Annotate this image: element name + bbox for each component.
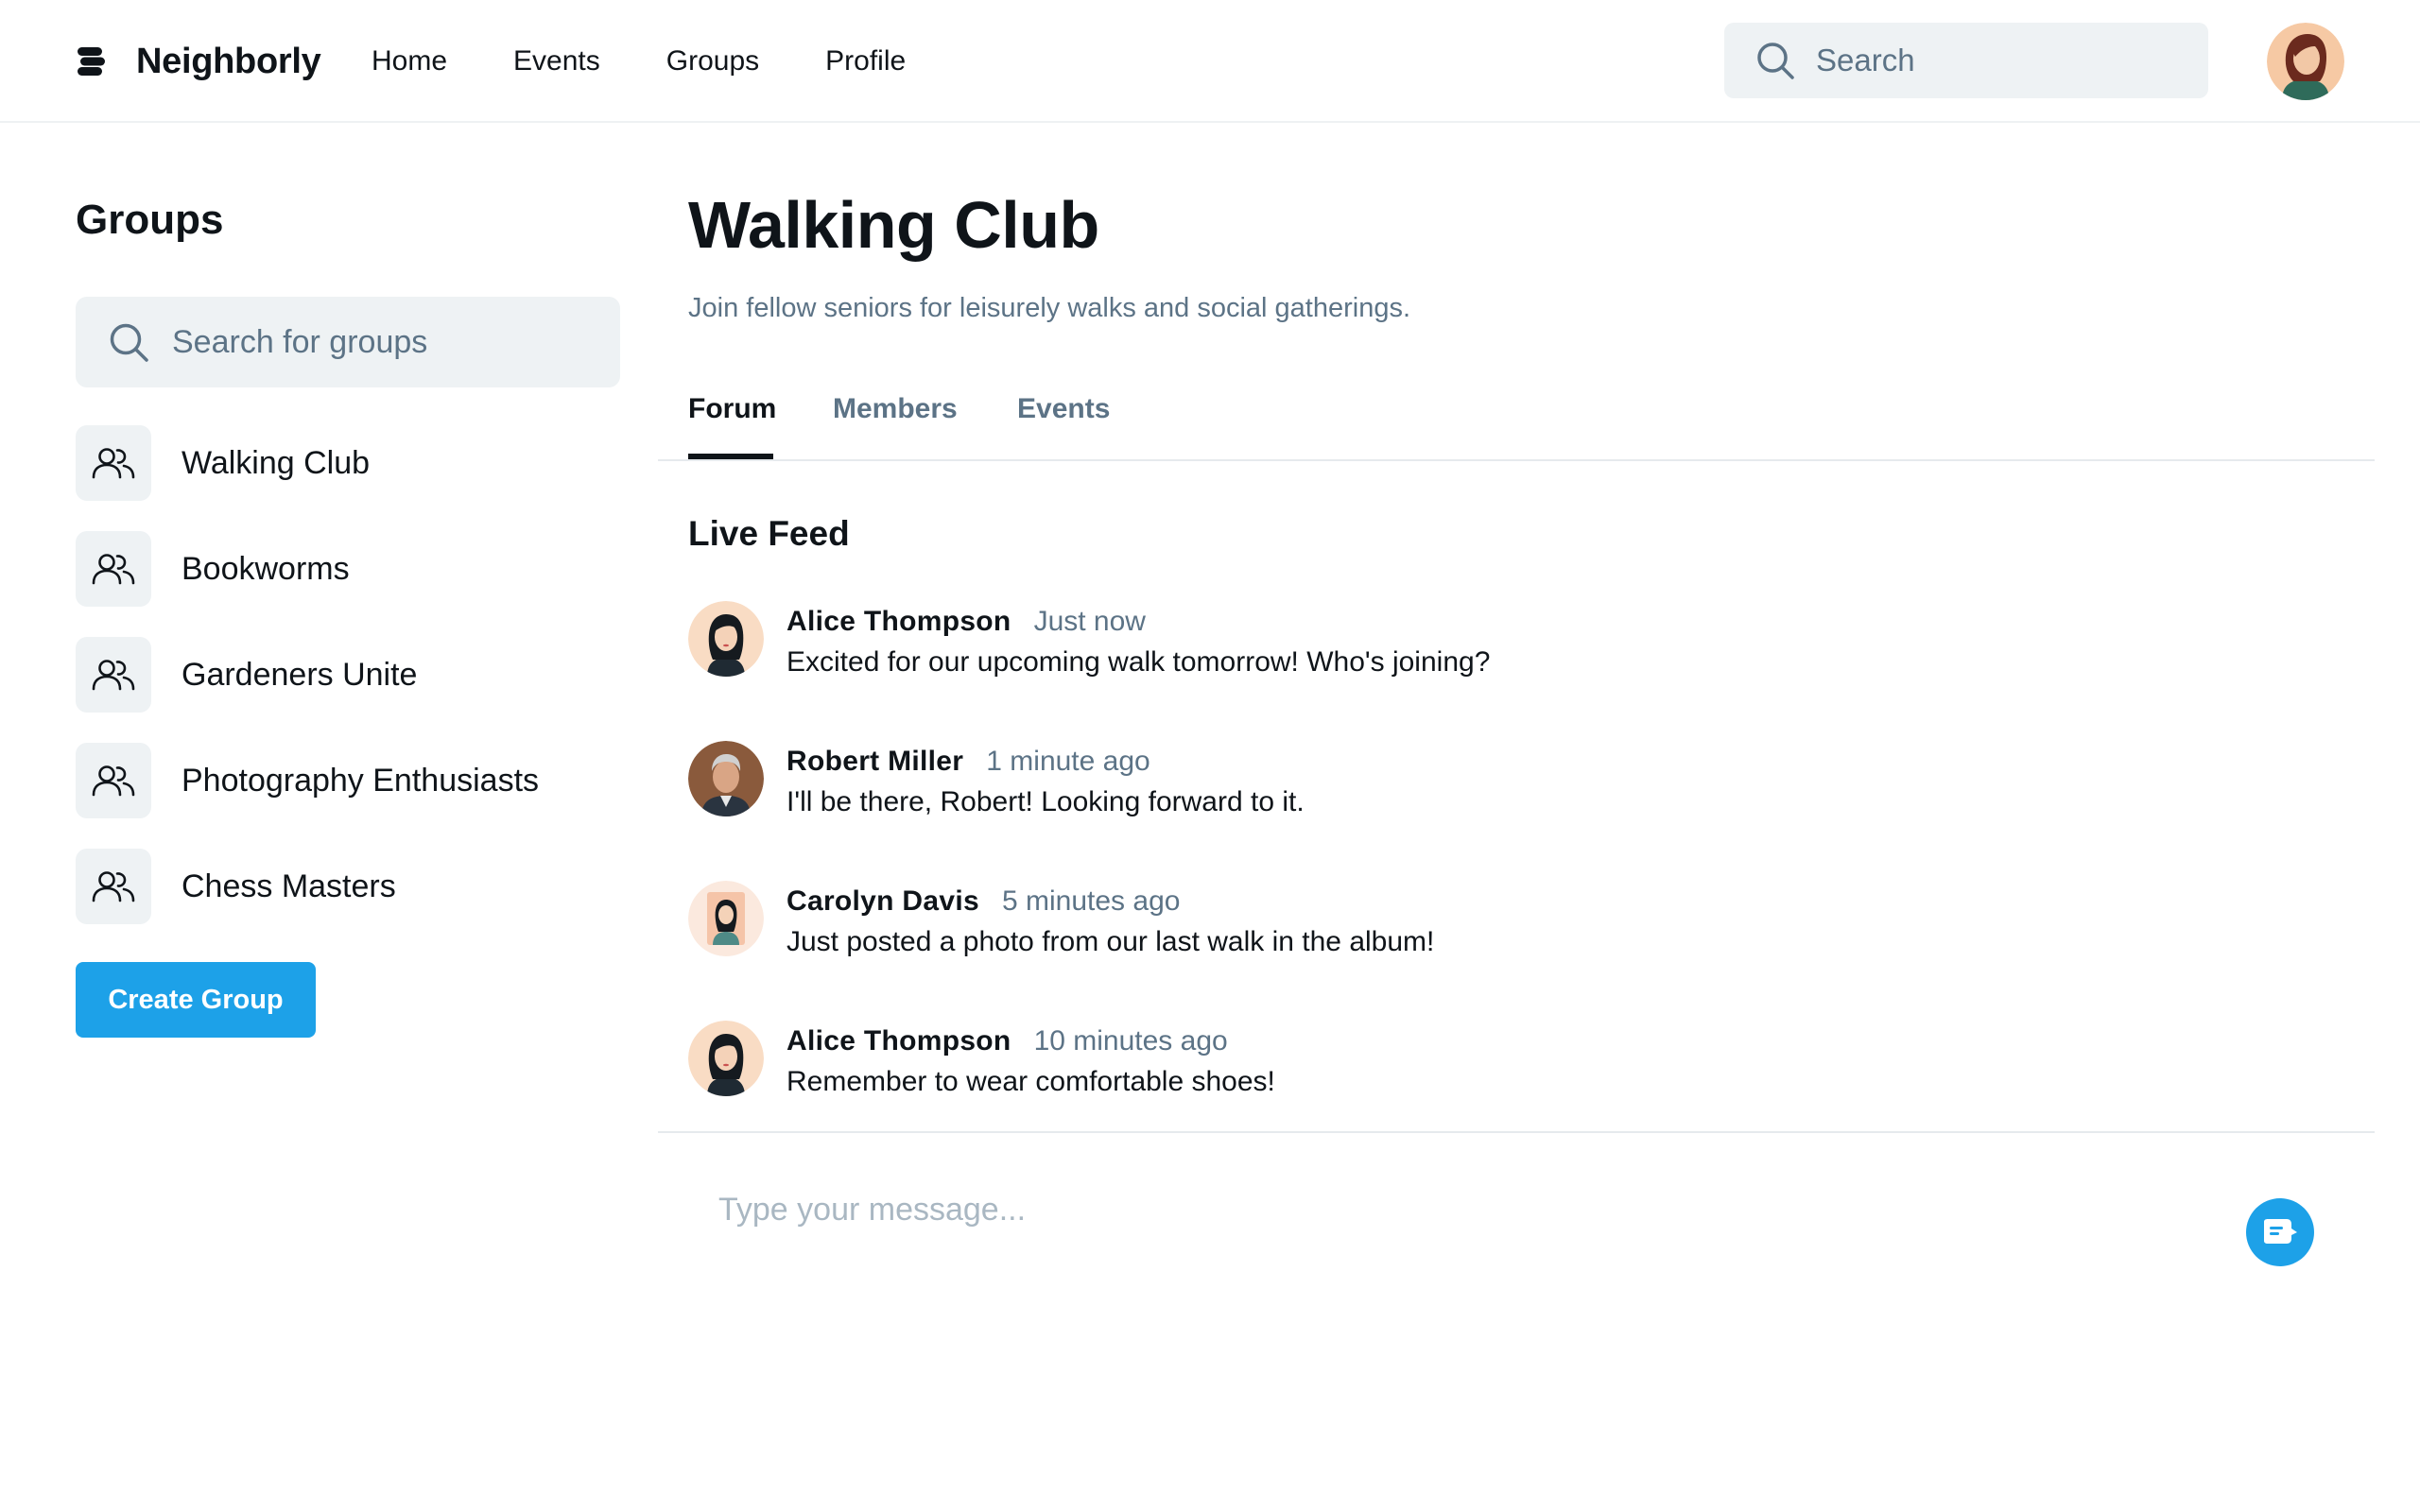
avatar[interactable] [688, 881, 764, 956]
group-search[interactable] [76, 297, 620, 387]
avatar[interactable] [688, 741, 764, 816]
tab-forum[interactable]: Forum [688, 393, 776, 425]
post-timestamp: 1 minute ago [986, 746, 1150, 777]
users-icon [76, 531, 151, 607]
tab-members[interactable]: Members [833, 393, 958, 425]
group-item-label: Walking Club [182, 444, 371, 481]
users-icon [76, 743, 151, 818]
brand[interactable]: Neighborly [76, 28, 321, 94]
post-header: Carolyn Davis 5 minutes ago [786, 885, 1180, 918]
post-timestamp: Just now [1033, 606, 1146, 637]
post-text: Remember to wear comfortable shoes! [786, 1066, 1275, 1097]
feed-post: Alice Thompson Just now Excited for our … [688, 601, 2352, 741]
feed-post: Carolyn Davis 5 minutes ago Just posted … [688, 881, 2352, 1021]
group-item-walking-club[interactable]: Walking Club [76, 425, 620, 501]
nav-events-link[interactable]: Events [513, 45, 600, 77]
post-timestamp: 5 minutes ago [1001, 885, 1181, 917]
group-tabs: Forum Members Events [658, 378, 2375, 461]
user-avatar[interactable] [2267, 23, 2344, 100]
group-item-label: Chess Masters [182, 868, 396, 904]
top-navigation-bar: Neighborly Home Events Groups Profile [0, 0, 2420, 123]
message-composer [688, 1172, 2201, 1247]
feed-post: Robert Miller 1 minute ago I'll be there… [688, 741, 2352, 881]
search-icon [1755, 41, 1795, 80]
group-item-label: Gardeners Unite [182, 656, 418, 693]
brand-name: Neighborly [136, 41, 321, 81]
live-feed: Alice Thompson Just now Excited for our … [688, 601, 2352, 1160]
post-text: Excited for our upcoming walk tomorrow! … [786, 646, 1491, 678]
group-item-bookworms[interactable]: Bookworms [76, 531, 620, 607]
message-input[interactable] [688, 1172, 2201, 1247]
group-item-chess-masters[interactable]: Chess Masters [76, 849, 620, 924]
users-icon [76, 637, 151, 713]
users-icon [76, 425, 151, 501]
nav-home-link[interactable]: Home [372, 45, 447, 77]
group-description: Join fellow seniors for leisurely walks … [688, 293, 1411, 323]
create-group-button[interactable]: Create Group [76, 962, 316, 1038]
feed-post: Alice Thompson 10 minutes ago Remember t… [688, 1021, 2352, 1160]
group-item-label: Photography Enthusiasts [182, 762, 540, 799]
send-button[interactable] [2246, 1198, 2314, 1266]
tab-events[interactable]: Events [1017, 393, 1110, 425]
neighborly-logo-icon [76, 46, 106, 77]
search-icon [108, 321, 149, 363]
active-tab-indicator [688, 454, 773, 459]
send-icon [2261, 1217, 2299, 1248]
group-item-photography-enthusiasts[interactable]: Photography Enthusiasts [76, 743, 620, 818]
group-item-label: Bookworms [182, 550, 350, 587]
page-title: Walking Club [688, 188, 1099, 262]
post-author[interactable]: Alice Thompson [786, 606, 1011, 638]
group-list: Walking Club Bookworms Gardeners Unite P… [76, 425, 620, 954]
nav-profile-link[interactable]: Profile [825, 45, 906, 77]
group-search-input[interactable] [170, 322, 586, 362]
post-header: Alice Thompson 10 minutes ago [786, 1025, 1228, 1057]
post-text: Just posted a photo from our last walk i… [786, 926, 1435, 957]
sidebar-title: Groups [76, 197, 224, 243]
post-header: Alice Thompson Just now [786, 606, 1146, 638]
users-icon [76, 849, 151, 924]
global-search-input[interactable] [1814, 42, 2173, 79]
avatar[interactable] [688, 1021, 764, 1096]
avatar[interactable] [688, 601, 764, 677]
post-author[interactable]: Alice Thompson [786, 1025, 1011, 1057]
post-text: I'll be there, Robert! Looking forward t… [786, 786, 1305, 817]
post-timestamp: 10 minutes ago [1033, 1025, 1228, 1057]
post-author[interactable]: Robert Miller [786, 746, 963, 778]
nav-groups-link[interactable]: Groups [666, 45, 759, 77]
post-header: Robert Miller 1 minute ago [786, 746, 1150, 778]
group-item-gardeners-unite[interactable]: Gardeners Unite [76, 637, 620, 713]
feed-title: Live Feed [688, 514, 850, 553]
post-author[interactable]: Carolyn Davis [786, 885, 979, 918]
main-nav: Home Events Groups Profile [372, 28, 972, 94]
composer-divider [658, 1131, 2375, 1133]
global-search[interactable] [1724, 23, 2208, 98]
